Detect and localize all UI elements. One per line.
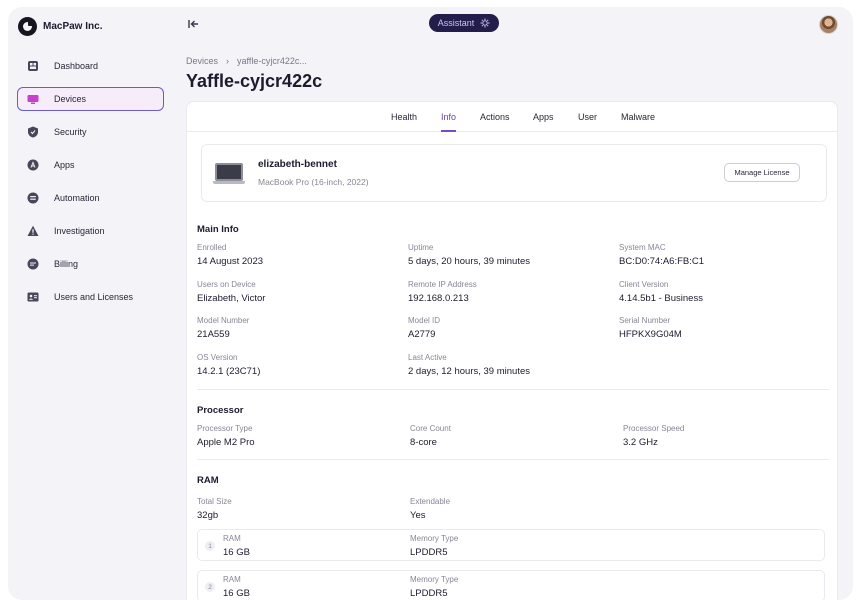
tab-bar: Health Info Actions Apps User Malware	[187, 102, 837, 132]
shield-icon	[26, 126, 39, 139]
field-remote-ip: Remote IP Address 192.168.0.213	[408, 280, 477, 304]
field-core-count: Core Count 8-core	[410, 424, 451, 448]
sidebar-item-devices[interactable]: Devices	[17, 87, 164, 111]
automation-icon	[26, 192, 39, 205]
field-client-version: Client Version 4.14.5b1 - Business	[619, 280, 703, 304]
divider	[197, 389, 829, 390]
device-detail-card: Health Info Actions Apps User Malware el…	[186, 101, 838, 600]
collapse-sidebar-icon	[188, 20, 198, 28]
field-last-active: Last Active 2 days, 12 hours, 39 minutes	[408, 353, 530, 377]
user-avatar[interactable]	[819, 15, 838, 34]
billing-icon	[26, 258, 39, 271]
sidebar-item-label: Billing	[54, 259, 79, 269]
field-model-id: Model ID A2779	[408, 316, 441, 340]
field-enrolled: Enrolled 14 August 2023	[197, 243, 264, 267]
field-processor-type: Processor Type Apple M2 Pro	[197, 424, 255, 448]
sidebar-item-billing[interactable]: Billing	[17, 252, 164, 276]
brand[interactable]: MacPaw Inc.	[18, 16, 102, 36]
field-model-number: Model Number 21A559	[197, 316, 250, 340]
field-total-size: Total Size 32gb	[197, 497, 232, 521]
ram-module-index: 1	[205, 541, 215, 551]
dashboard-icon	[26, 60, 39, 73]
breadcrumb-root-link[interactable]: Devices	[186, 56, 218, 66]
field-serial-number: Serial Number HFPKX9G04M	[619, 316, 682, 340]
page-title: Yaffle-cyjcr422c	[186, 71, 323, 91]
sidebar-item-label: Security	[54, 127, 87, 137]
sidebar-item-label: Users and Licenses	[54, 292, 134, 302]
sidebar-item-label: Dashboard	[54, 61, 99, 71]
tab-apps[interactable]: Apps	[533, 112, 554, 130]
ram-module-row: 2 RAM 16 GB Memory Type LPDDR5	[197, 570, 825, 600]
brand-name: MacPaw Inc.	[43, 20, 103, 32]
sidebar-item-apps[interactable]: Apps	[17, 153, 164, 177]
assistant-button[interactable]: Assistant	[429, 14, 499, 32]
field-users-on-device: Users on Device Elizabeth, Victor	[197, 280, 266, 304]
sparkle-gear-icon	[480, 18, 490, 28]
warning-icon	[26, 225, 39, 238]
field-memory-type: Memory Type LPDDR5	[410, 575, 459, 599]
device-summary: elizabeth-bennet MacBook Pro (16-inch, 2…	[201, 144, 827, 202]
field-ram-size: RAM 16 GB	[223, 534, 250, 558]
sidebar-item-label: Investigation	[54, 226, 105, 236]
sidebar: Dashboard Devices Security Apps Automati…	[17, 54, 164, 318]
divider	[197, 459, 829, 460]
sidebar-item-label: Automation	[54, 193, 100, 203]
breadcrumb-current: yaffle-cyjcr422c...	[237, 56, 307, 66]
assistant-label: Assistant	[437, 18, 475, 28]
breadcrumb: Devices › yaffle-cyjcr422c...	[186, 56, 307, 66]
ram-module-index: 2	[205, 582, 215, 592]
tab-malware[interactable]: Malware	[621, 112, 655, 130]
sidebar-item-investigation[interactable]: Investigation	[17, 219, 164, 243]
field-memory-type: Memory Type LPDDR5	[410, 534, 459, 558]
monitor-icon	[26, 93, 39, 106]
ram-module-row: 1 RAM 16 GB Memory Type LPDDR5	[197, 529, 825, 561]
manage-license-button[interactable]: Manage License	[724, 163, 800, 182]
device-name: elizabeth-bennet	[258, 159, 337, 170]
sidebar-item-dashboard[interactable]: Dashboard	[17, 54, 164, 78]
sidebar-item-users-and-licenses[interactable]: Users and Licenses	[17, 285, 164, 309]
collapse-sidebar-button[interactable]	[186, 17, 200, 31]
field-extendable: Extendable Yes	[410, 497, 451, 521]
macpaw-logo-icon	[18, 16, 37, 36]
sidebar-item-automation[interactable]: Automation	[17, 186, 164, 210]
field-os-version: OS Version 14.2.1 (23C71)	[197, 353, 261, 377]
field-ram-size: RAM 16 GB	[223, 575, 250, 599]
field-uptime: Uptime 5 days, 20 hours, 39 minutes	[408, 243, 530, 267]
id-card-icon	[26, 291, 39, 304]
tab-actions[interactable]: Actions	[480, 112, 510, 130]
field-processor-speed: Processor Speed 3.2 GHz	[623, 424, 685, 448]
apps-icon	[26, 159, 39, 172]
sidebar-item-label: Apps	[54, 160, 75, 170]
field-system-mac: System MAC BC:D0:74:A6:FB:C1	[619, 243, 705, 267]
section-title-processor: Processor	[197, 405, 244, 416]
tab-info[interactable]: Info	[441, 112, 457, 132]
tab-user[interactable]: User	[578, 112, 597, 130]
breadcrumb-separator: ›	[226, 56, 230, 66]
sidebar-item-label: Devices	[54, 94, 87, 104]
device-model: MacBook Pro (16-inch, 2022)	[258, 177, 369, 187]
app-window: MacPaw Inc. Assistant Dashboard Devices …	[8, 7, 853, 600]
section-title-ram: RAM	[197, 475, 219, 486]
tab-health[interactable]: Health	[391, 112, 417, 130]
laptop-icon	[213, 163, 245, 185]
sidebar-item-security[interactable]: Security	[17, 120, 164, 144]
section-title-main-info: Main Info	[197, 224, 239, 235]
